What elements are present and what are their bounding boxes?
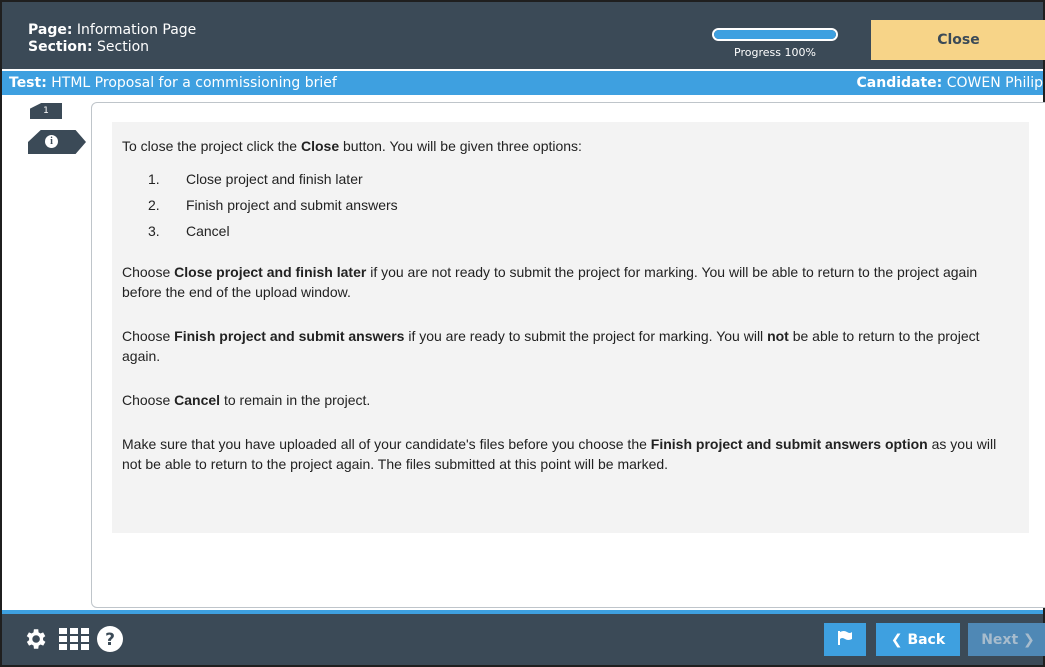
candidate-name: Candidate: COWEN Philip bbox=[856, 75, 1044, 91]
nav-page-1[interactable]: 1 bbox=[30, 103, 62, 119]
back-button[interactable]: ❮ Back bbox=[876, 623, 960, 656]
footer-bar: ? ❮ Back Next ❯ bbox=[2, 614, 1045, 665]
finish-text: Choose Finish project and submit answers… bbox=[122, 328, 980, 364]
progress-label: Progress 100% bbox=[734, 46, 816, 59]
next-button[interactable]: Next ❯ bbox=[968, 623, 1045, 656]
list-item: 3. Cancel bbox=[148, 223, 230, 239]
info-icon: i bbox=[45, 135, 58, 148]
grid-icon[interactable] bbox=[59, 628, 89, 655]
svg-text:?: ? bbox=[105, 630, 115, 650]
warning-text: Make sure that you have uploaded all of … bbox=[122, 436, 997, 472]
section-label: Section: bbox=[28, 39, 93, 55]
flag-button[interactable] bbox=[824, 623, 866, 656]
progress-bar bbox=[712, 28, 838, 41]
page-label: Page: bbox=[28, 22, 73, 38]
options-list: 1. Close project and finish later 2. Finis… bbox=[148, 166, 1019, 244]
gear-icon[interactable] bbox=[22, 626, 48, 657]
progress-indicator: Progress 100% bbox=[712, 28, 838, 59]
instructions: To close the project click the Close but… bbox=[112, 122, 1029, 533]
flag-icon bbox=[837, 630, 853, 650]
chevron-left-icon: ❮ bbox=[890, 631, 903, 648]
progress-bar-fill bbox=[714, 30, 836, 39]
test-name: Test: HTML Proposal for a commissioning … bbox=[9, 75, 337, 91]
content-panel: To close the project click the Close but… bbox=[91, 102, 1045, 608]
header-bar: Page: Information Page Section: Section … bbox=[2, 2, 1045, 69]
page-title: Information Page bbox=[76, 22, 197, 38]
intro-text: To close the project click the Close but… bbox=[122, 138, 582, 154]
close-button[interactable]: Close bbox=[871, 20, 1045, 60]
page-info: Page: Information Page Section: Section bbox=[28, 22, 196, 56]
list-item: 2. Finish project and submit answers bbox=[148, 197, 398, 213]
list-item: 1. Close project and finish later bbox=[148, 171, 363, 187]
section-title: Section bbox=[97, 39, 150, 55]
help-circle-icon[interactable]: ? bbox=[97, 626, 123, 657]
cancel-text: Choose Cancel to remain in the project. bbox=[122, 392, 371, 408]
nav-info-page[interactable]: i bbox=[28, 130, 86, 154]
test-info-bar: Test: HTML Proposal for a commissioning … bbox=[2, 71, 1043, 95]
chevron-right-icon: ❯ bbox=[1023, 631, 1035, 648]
close-later-text: Choose Close project and finish later if… bbox=[122, 264, 978, 300]
